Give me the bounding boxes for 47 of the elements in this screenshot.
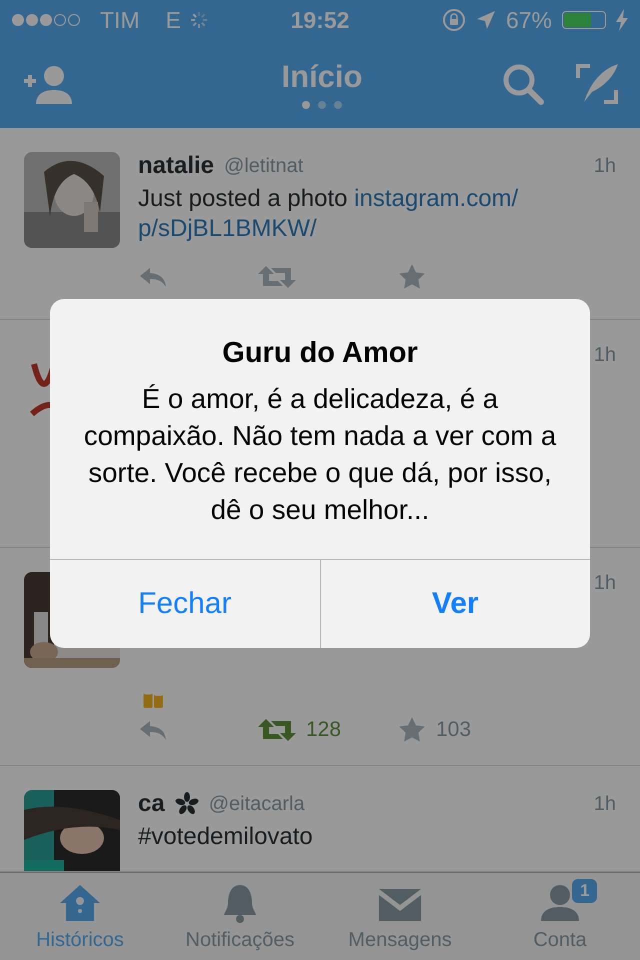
location-arrow-icon bbox=[476, 10, 496, 30]
clock-time: 19:52 bbox=[290, 6, 350, 34]
envelope-icon bbox=[379, 887, 421, 923]
star-icon[interactable] bbox=[398, 263, 426, 291]
tweet-link[interactable]: p/sDjBL1BMKW/ bbox=[138, 215, 317, 242]
user-name: natalie bbox=[138, 152, 214, 180]
tweet-card[interactable]: ca @eitacarla 1h #votedemilovato bbox=[0, 766, 640, 872]
alert-button[interactable]: Fechar bbox=[50, 560, 320, 648]
tweet-card[interactable]: natalie @letitnat 1h Just posted a photo instagram.com/ p/sDjBL1BMKW/ bbox=[0, 128, 640, 320]
network-type: E bbox=[166, 6, 181, 34]
page-title: Início bbox=[282, 59, 362, 95]
favorite-count: 103 bbox=[436, 718, 472, 742]
reply-icon[interactable] bbox=[138, 266, 168, 288]
tweet-link[interactable]: instagram.com/ bbox=[354, 185, 518, 212]
bell-icon bbox=[222, 883, 258, 923]
compose-icon[interactable] bbox=[574, 62, 620, 106]
tweet-time: 1h bbox=[594, 572, 616, 595]
tab-bar-item[interactable]: Conta 1 bbox=[480, 873, 640, 960]
user-handle: @eitacarla bbox=[208, 792, 306, 816]
retweet-icon[interactable] bbox=[258, 717, 296, 744]
alert-message: É o amor, é a delicadeza, é a compaixão. Não tem nada a ver com a sorte. Você recebe o que dá, por isso, dê o seu melhor... bbox=[82, 382, 558, 528]
alert-button[interactable]: Ver bbox=[320, 560, 590, 648]
user-handle: @letitnat bbox=[224, 154, 304, 178]
tab-bar-item[interactable]: Mensagens bbox=[320, 873, 480, 960]
person-icon bbox=[539, 883, 581, 923]
retweet-count: 128 bbox=[306, 718, 342, 742]
notification-badge: 1 bbox=[572, 879, 598, 903]
carrier-name: TIM bbox=[100, 6, 140, 34]
tab-bar-item[interactable]: Notificações bbox=[160, 873, 320, 960]
tweet-time: 1h bbox=[594, 344, 616, 367]
tweet-time: 1h bbox=[594, 154, 616, 178]
reply-icon[interactable] bbox=[138, 719, 168, 742]
page-dot[interactable] bbox=[302, 101, 310, 109]
retweet-icon[interactable] bbox=[258, 264, 296, 290]
star-icon[interactable] bbox=[398, 716, 426, 744]
house-icon bbox=[59, 883, 101, 923]
alert-title: Guru do Amor bbox=[221, 337, 419, 370]
user-name: ca bbox=[138, 790, 165, 818]
search-icon[interactable] bbox=[502, 63, 544, 105]
charging-bolt-icon bbox=[616, 9, 628, 31]
battery-percentage: 67% bbox=[506, 6, 552, 34]
rotation-lock-icon bbox=[442, 8, 466, 32]
battery-icon bbox=[562, 11, 606, 29]
tab-bar-item[interactable]: Históricos bbox=[0, 873, 160, 960]
tweet-time: 1h bbox=[594, 792, 616, 816]
tweet-text: Just posted a photo instagram.com/ p/sDjBL1BMKW/ bbox=[138, 184, 520, 244]
tweet-text: #votedemilovato bbox=[138, 822, 314, 852]
